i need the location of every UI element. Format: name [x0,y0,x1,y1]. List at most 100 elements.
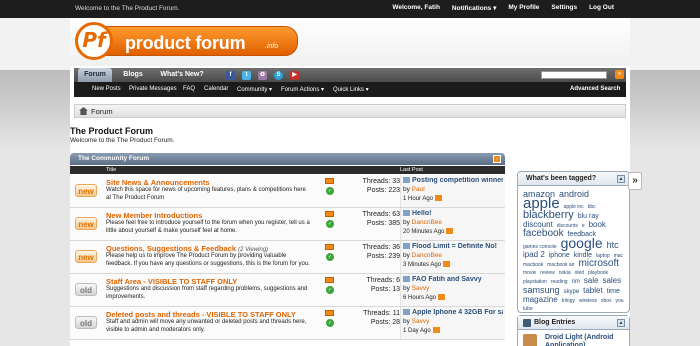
last-post-title[interactable]: Hello! [403,210,503,217]
forum-title-text[interactable]: Questions, Suggestions & Feedback [106,244,236,253]
subnav-private-messages[interactable]: Private Messages [129,86,177,92]
tag-link[interactable]: google [561,235,603,251]
last-post-title[interactable]: Posting competition winner... [403,177,503,184]
tag-link[interactable]: book [589,220,606,229]
skype-icon[interactable]: S [274,71,283,80]
forum-title[interactable]: New Member Introductions [106,211,202,220]
settings-link[interactable]: Settings [551,4,577,12]
tag-link[interactable]: e [582,223,585,229]
rss-icon[interactable] [325,244,334,250]
tag-link[interactable]: tablet [583,286,603,295]
collapse-icon[interactable]: ▲ [617,175,625,183]
last-post-title-text[interactable]: Hello! [412,210,431,217]
go-to-post-icon[interactable] [446,228,454,234]
last-post-title-text[interactable]: Apple Iphone 4 32GB For sale [412,309,503,316]
tab-blogs[interactable]: Blogs [118,68,148,82]
last-post-user[interactable]: DancnBee [412,219,442,226]
forum-title[interactable]: Site News & Announcements [106,178,210,187]
chevron-right-icon[interactable]: » [628,172,642,190]
subnav-community[interactable]: Community ▾ [237,86,272,93]
tag-link[interactable]: wireless [579,298,597,304]
last-post-user[interactable]: DancnBee [412,252,442,259]
logout-link[interactable]: Log Out [589,4,614,12]
last-post-title[interactable]: Apple Iphone 4 32GB For sale [403,309,503,316]
home-icon[interactable] [79,107,88,115]
rss-icon[interactable] [325,211,334,217]
user-welcome[interactable]: Welcome, Fatih [392,4,440,12]
notifications-menu[interactable]: Notifications ▾ [452,4,496,12]
tag-link[interactable]: htc [607,240,619,250]
search-input[interactable] [541,71,607,79]
tag-link[interactable]: movie [523,270,536,276]
last-post-title-text[interactable]: Flood Limit = Definite No! [412,243,497,250]
tag-link[interactable]: oled [575,270,584,276]
tag-link[interactable]: macbook air [547,262,574,268]
tag-link[interactable]: macbook [523,262,543,268]
forum-title[interactable]: Questions, Suggestions & Feedback (2 Vie… [106,244,268,253]
category-title[interactable]: The Community Forum [78,155,149,162]
subnav-new-posts[interactable]: New Posts [92,86,121,92]
forum-title-text[interactable]: New Member Introductions [106,211,202,220]
forum-title-text[interactable]: Deleted posts and threads - VISIBLE TO S… [106,310,296,319]
forum-status-icon: new [75,184,97,197]
go-to-post-icon[interactable] [443,261,451,267]
tag-link[interactable]: bbc [588,204,596,210]
last-post: Posting competition winner... by Paul 1 Ho… [400,175,505,207]
forum-row: new Questions, Suggestions & Feedback (2 … [70,241,505,274]
tag-link[interactable]: iphone [549,252,570,259]
forum-title-text[interactable]: Site News & Announcements [106,178,210,187]
tag-link[interactable]: nokia [559,270,571,276]
social-icon[interactable]: ✿ [258,71,267,80]
tag-link[interactable]: rim [572,279,580,285]
twitter-icon[interactable]: t [242,71,251,80]
go-to-post-icon[interactable] [432,327,440,333]
tag-link[interactable]: you [615,298,623,304]
last-post-user[interactable]: Paul [412,186,425,193]
tag-link[interactable]: facebook [523,228,564,239]
tab-forum[interactable]: Forum [78,68,112,82]
collapse-icon[interactable]: ▲ [617,319,625,327]
subnav-quick-links[interactable]: Quick Links ▾ [333,86,369,93]
search-go-button[interactable]: » [615,70,624,79]
tag-link[interactable]: samsung [523,285,560,295]
last-post-user[interactable]: Savvy [412,318,430,325]
advanced-search-link[interactable]: Advanced Search [570,86,620,92]
tag-link[interactable]: ipad 2 [523,250,545,259]
blog-entry-title[interactable]: Droid Light (Android Application) [545,334,625,346]
tag-link[interactable]: sale [584,276,599,285]
tag-link[interactable]: blu ray [578,213,599,220]
forum-title[interactable]: Deleted posts and threads - VISIBLE TO S… [106,310,296,319]
tag-link[interactable]: time [607,288,620,295]
collapse-icon[interactable]: - [493,155,501,163]
subnav-calendar[interactable]: Calendar [204,86,228,92]
tag-link[interactable]: skype [563,289,579,295]
my-profile-link[interactable]: My Profile [508,4,539,12]
site-logo[interactable]: Pf product forum .info [75,22,298,60]
last-post-title[interactable]: FAO Fatih and Savvy [403,276,503,283]
rss-icon[interactable] [325,178,334,184]
last-post-title-text[interactable]: Posting competition winner... [412,177,503,184]
subnav-forum-actions[interactable]: Forum Actions ▾ [281,86,324,93]
subnav-faq[interactable]: FAQ [183,86,195,92]
tag-link[interactable]: review [540,270,554,276]
rss-icon[interactable] [325,277,334,283]
tag-link[interactable]: trilogy [562,298,575,304]
forum-title[interactable]: Staff Area - VISIBLE TO STAFF ONLY [106,277,237,286]
tag-link[interactable]: tube [523,306,533,312]
youtube-icon[interactable]: ▶ [290,71,299,80]
tab-whats-new[interactable]: What's New? [158,68,206,82]
last-post-title-text[interactable]: FAO Fatih and Savvy [412,276,482,283]
rss-icon[interactable] [325,310,334,316]
forum-title-text[interactable]: Staff Area - VISIBLE TO STAFF ONLY [106,277,237,286]
go-to-post-icon[interactable] [435,195,443,201]
tag-link[interactable]: sales [602,276,621,285]
facebook-icon[interactable]: f [226,71,235,80]
go-to-post-icon[interactable] [438,294,446,300]
tag-link[interactable]: magazine [523,295,558,304]
last-post-title[interactable]: Flood Limit = Definite No! [403,243,503,250]
tag-link[interactable]: xbox [601,298,612,304]
tag-link[interactable]: android [559,189,589,199]
last-post-user[interactable]: Savvy [412,285,430,292]
tag-link[interactable]: microsoft [578,258,619,269]
breadcrumb-forum[interactable]: Forum [91,107,113,116]
